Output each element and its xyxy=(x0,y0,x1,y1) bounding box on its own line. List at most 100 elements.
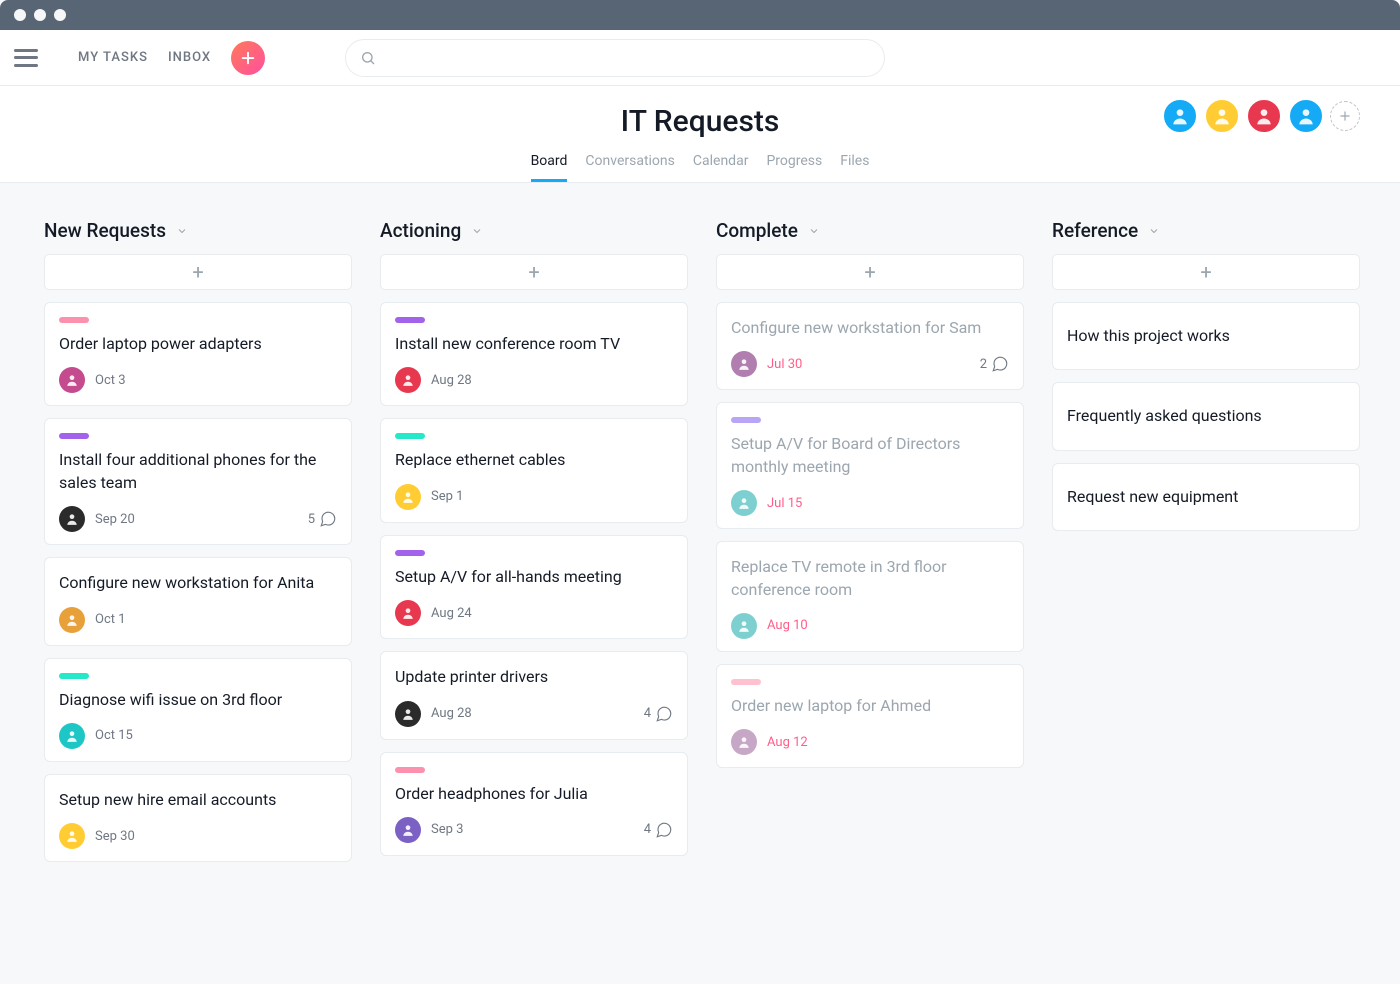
assignee-avatar[interactable] xyxy=(731,729,757,755)
tag-pill xyxy=(59,673,89,679)
assignee-avatar[interactable] xyxy=(395,817,421,843)
task-card[interactable]: Order new laptop for AhmedAug 12 xyxy=(716,664,1024,768)
tab-board[interactable]: Board xyxy=(531,153,568,182)
column-header[interactable]: Reference xyxy=(1052,219,1360,242)
task-meta: Oct 3 xyxy=(59,367,337,393)
due-date: Jul 15 xyxy=(767,496,802,511)
task-title: Setup A/V for all-hands meeting xyxy=(395,566,673,588)
due-date: Aug 28 xyxy=(431,373,472,388)
task-card[interactable]: Install four additional phones for the s… xyxy=(44,418,352,545)
task-title: Update printer drivers xyxy=(395,666,673,688)
task-title: Configure new workstation for Anita xyxy=(59,572,337,594)
tab-progress[interactable]: Progress xyxy=(766,153,822,182)
add-card-button[interactable]: + xyxy=(44,254,352,290)
comment-count[interactable]: 2 xyxy=(980,355,1009,373)
column-header[interactable]: Complete xyxy=(716,219,1024,242)
column-header[interactable]: Actioning xyxy=(380,219,688,242)
task-card[interactable]: Setup A/V for all-hands meeting Aug 24 xyxy=(380,535,688,639)
member-avatar[interactable] xyxy=(1162,98,1198,134)
nav-inbox[interactable]: INBOX xyxy=(168,50,211,65)
add-card-button[interactable]: + xyxy=(380,254,688,290)
task-title: Setup A/V for Board of Directors monthly… xyxy=(731,433,1009,478)
due-date: Sep 30 xyxy=(95,829,135,844)
tag-pill xyxy=(731,417,761,423)
due-date: Sep 3 xyxy=(431,822,463,837)
task-meta: Aug 24 xyxy=(395,600,673,626)
task-card[interactable]: Replace ethernet cablesSep 1 xyxy=(380,418,688,522)
tab-files[interactable]: Files xyxy=(840,153,869,182)
chevron-down-icon xyxy=(471,219,483,242)
task-meta: Sep 30 xyxy=(59,823,337,849)
task-card[interactable]: Order headphones for JuliaSep 34 xyxy=(380,752,688,856)
column: Actioning + Install new conference room TV… xyxy=(380,219,688,868)
task-card[interactable]: How this project works xyxy=(1052,302,1360,370)
add-card-button[interactable]: + xyxy=(1052,254,1360,290)
task-card[interactable]: Request new equipment xyxy=(1052,463,1360,531)
project-header: IT Requests BoardConversationsCalendarPr… xyxy=(0,86,1400,183)
assignee-avatar[interactable] xyxy=(59,506,85,532)
tag-pill xyxy=(731,679,761,685)
assignee-avatar[interactable] xyxy=(395,701,421,727)
member-avatar[interactable] xyxy=(1288,98,1324,134)
nav-my-tasks[interactable]: MY TASKS xyxy=(78,50,148,65)
assignee-avatar[interactable] xyxy=(59,723,85,749)
task-meta: Jul 30 2 xyxy=(731,351,1009,377)
assignee-avatar[interactable] xyxy=(731,613,757,639)
due-date: Oct 3 xyxy=(95,373,126,388)
assignee-avatar[interactable] xyxy=(395,600,421,626)
member-avatar[interactable] xyxy=(1246,98,1282,134)
task-card[interactable]: Configure new workstation for AnitaOct 1 xyxy=(44,557,352,645)
task-card[interactable]: Setup new hire email accounts Sep 30 xyxy=(44,774,352,862)
task-card[interactable]: Replace TV remote in 3rd floor conferenc… xyxy=(716,541,1024,652)
add-member-button[interactable] xyxy=(1330,101,1360,131)
column-title: Complete xyxy=(716,219,798,242)
due-date: Aug 10 xyxy=(767,618,808,633)
assignee-avatar[interactable] xyxy=(59,823,85,849)
add-button[interactable] xyxy=(231,41,265,75)
chevron-down-icon xyxy=(808,219,820,242)
comment-count[interactable]: 5 xyxy=(308,510,337,528)
comment-count[interactable]: 4 xyxy=(644,705,673,723)
assignee-avatar[interactable] xyxy=(59,607,85,633)
task-title: Setup new hire email accounts xyxy=(59,789,337,811)
task-meta: Sep 3 4 xyxy=(395,817,673,843)
task-title: Diagnose wifi issue on 3rd floor xyxy=(59,689,337,711)
tag-pill xyxy=(59,317,89,323)
task-card[interactable]: Setup A/V for Board of Directors monthly… xyxy=(716,402,1024,529)
assignee-avatar[interactable] xyxy=(731,351,757,377)
assignee-avatar[interactable] xyxy=(59,367,85,393)
tag-pill xyxy=(395,317,425,323)
topbar: MY TASKS INBOX xyxy=(0,30,1400,86)
chevron-down-icon xyxy=(176,219,188,242)
member-avatars xyxy=(1162,98,1360,134)
window-dot xyxy=(54,9,66,21)
tab-conversations[interactable]: Conversations xyxy=(585,153,674,182)
task-card[interactable]: Diagnose wifi issue on 3rd floor Oct 15 xyxy=(44,658,352,762)
due-date: Jul 30 xyxy=(767,357,802,372)
due-date: Sep 20 xyxy=(95,512,135,527)
assignee-avatar[interactable] xyxy=(395,367,421,393)
assignee-avatar[interactable] xyxy=(731,490,757,516)
due-date: Aug 28 xyxy=(431,706,472,721)
due-date: Aug 24 xyxy=(431,606,472,621)
search-input[interactable] xyxy=(345,39,885,77)
task-card[interactable]: Frequently asked questions xyxy=(1052,382,1360,450)
column-header[interactable]: New Requests xyxy=(44,219,352,242)
board: New Requests + Order laptop power adapters… xyxy=(0,183,1400,910)
menu-icon[interactable] xyxy=(14,49,38,67)
column-title: Reference xyxy=(1052,219,1138,242)
tag-pill xyxy=(395,767,425,773)
tab-calendar[interactable]: Calendar xyxy=(693,153,749,182)
task-meta: Oct 15 xyxy=(59,723,337,749)
view-tabs: Board Conversations Calendar Progress Files xyxy=(40,153,1360,182)
member-avatar[interactable] xyxy=(1204,98,1240,134)
task-title: Install new conference room TV xyxy=(395,333,673,355)
assignee-avatar[interactable] xyxy=(395,484,421,510)
task-card[interactable]: Update printer drivers Aug 28 4 xyxy=(380,651,688,739)
task-card[interactable]: Order laptop power adaptersOct 3 xyxy=(44,302,352,406)
task-card[interactable]: Configure new workstation for SamJul 302 xyxy=(716,302,1024,390)
add-card-button[interactable]: + xyxy=(716,254,1024,290)
task-card[interactable]: Install new conference room TV Aug 28 xyxy=(380,302,688,406)
task-meta: Aug 12 xyxy=(731,729,1009,755)
comment-count[interactable]: 4 xyxy=(644,821,673,839)
